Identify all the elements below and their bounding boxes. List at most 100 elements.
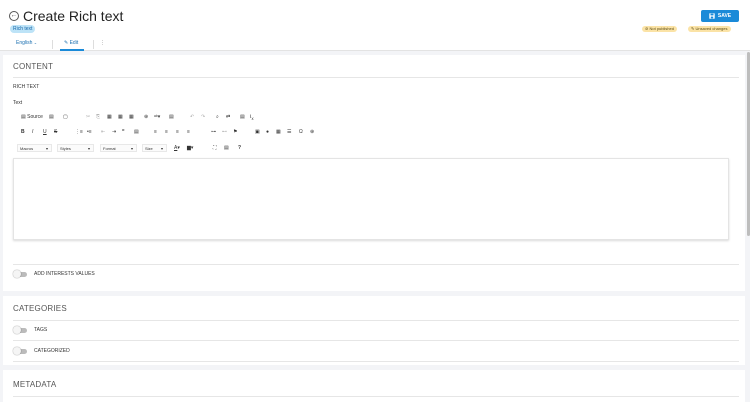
show-blocks-icon[interactable]: ▤ bbox=[224, 144, 229, 152]
tab-divider bbox=[93, 40, 94, 49]
divider bbox=[13, 340, 739, 341]
table-icon[interactable]: ▦ bbox=[276, 128, 281, 136]
rich-text-label: RICH TEXT bbox=[13, 84, 40, 90]
page-header: ← Create Rich text Rich text SAVE ⊘ Not … bbox=[0, 0, 750, 51]
format-label: Format bbox=[103, 146, 116, 151]
bulleted-list-icon[interactable]: •≡ bbox=[87, 128, 92, 136]
language-selector[interactable]: English ⌄ bbox=[16, 40, 37, 46]
underline-icon[interactable]: U bbox=[43, 128, 47, 136]
outdent-icon[interactable]: ⇤ bbox=[101, 128, 105, 136]
floppy-disk-icon bbox=[709, 13, 715, 19]
unsaved-changes-label: Unsaved changes bbox=[695, 26, 728, 31]
select-all-icon[interactable]: ▤ bbox=[240, 113, 245, 121]
page-title: Create Rich text bbox=[23, 8, 124, 24]
template-icon[interactable]: ▤ bbox=[169, 113, 174, 121]
pencil-icon: ✎ bbox=[691, 26, 695, 31]
div-container-icon[interactable]: ▤ bbox=[134, 128, 139, 136]
unpublished-icon: ⊘ bbox=[645, 26, 649, 31]
caret-down-icon: ▾ bbox=[45, 146, 48, 151]
horizontal-line-icon[interactable]: ☰ bbox=[287, 128, 291, 136]
back-arrow-icon[interactable]: ← bbox=[9, 11, 19, 21]
toggle-knob bbox=[13, 326, 21, 334]
maximize-icon[interactable]: ⛶ bbox=[213, 144, 217, 152]
remove-format-icon[interactable]: Ⅰx bbox=[250, 113, 254, 123]
new-page-icon[interactable]: ▢ bbox=[63, 113, 68, 121]
add-interests-label: ADD INTERESTS VALUES bbox=[34, 271, 95, 277]
more-options-icon[interactable]: ⋮ bbox=[100, 40, 105, 46]
categories-section: CATEGORIES bbox=[3, 296, 745, 365]
divider bbox=[13, 361, 739, 362]
categorized-label: CATEGORIZED bbox=[34, 348, 70, 354]
anchor-flag-icon[interactable]: ⚑ bbox=[233, 128, 237, 136]
metadata-section-title: METADATA bbox=[13, 380, 57, 389]
blockquote-icon[interactable]: ❞ bbox=[122, 128, 125, 136]
tab-divider bbox=[52, 40, 53, 49]
save-doc-icon[interactable]: ▤ bbox=[49, 113, 54, 121]
align-right-icon[interactable]: ≡ bbox=[176, 128, 179, 136]
background-color-icon[interactable]: ▆▾ bbox=[187, 144, 193, 152]
caret-down-icon: ▾ bbox=[160, 146, 163, 151]
copy-icon[interactable]: ⎘ bbox=[96, 113, 100, 121]
paste-text-icon[interactable]: ▦ bbox=[118, 113, 123, 121]
source-label: Source bbox=[27, 114, 43, 120]
unlink-icon[interactable]: ⊷ bbox=[222, 128, 227, 136]
caret-down-icon: ▾ bbox=[130, 146, 133, 151]
align-justify-icon[interactable]: ≡ bbox=[187, 128, 190, 136]
metadata-section: METADATA bbox=[3, 370, 745, 402]
language-label: English bbox=[16, 40, 33, 46]
save-button[interactable]: SAVE bbox=[701, 10, 739, 22]
divider bbox=[13, 320, 739, 321]
bold-icon[interactable]: B bbox=[21, 128, 25, 136]
tab-edit-label: Edit bbox=[69, 40, 79, 46]
content-section-title: CONTENT bbox=[13, 62, 54, 71]
divider bbox=[13, 77, 739, 78]
text-color-icon[interactable]: A▾ bbox=[174, 144, 180, 152]
help-icon[interactable]: ? bbox=[238, 144, 241, 152]
rich-text-editor-area[interactable] bbox=[13, 158, 729, 240]
tab-edit[interactable]: ✎ Edit bbox=[64, 40, 78, 46]
content-type-badge: Rich text bbox=[10, 25, 36, 33]
image-icon[interactable]: ▣ bbox=[255, 128, 260, 136]
divider bbox=[13, 264, 739, 265]
add-interests-toggle[interactable] bbox=[13, 270, 28, 278]
link-icon[interactable]: ⊕ bbox=[144, 113, 148, 121]
caret-down-icon: ▾ bbox=[87, 146, 90, 151]
italic-icon[interactable]: I bbox=[32, 128, 33, 136]
chevron-down-icon: ⌄ bbox=[33, 40, 38, 45]
styles-label: Styles bbox=[60, 146, 71, 151]
redo-icon[interactable]: ↷ bbox=[201, 113, 205, 121]
active-tab-indicator bbox=[60, 49, 84, 51]
size-label: Size bbox=[145, 146, 153, 151]
editor-tabs: English ⌄ ✎ Edit ⋮ bbox=[0, 37, 750, 51]
replace-icon[interactable]: ⇄ bbox=[226, 113, 230, 121]
iframe-icon[interactable]: ⊕ bbox=[310, 128, 314, 136]
text-field-label: Text bbox=[13, 100, 23, 106]
link-icon[interactable]: ⊶ bbox=[211, 128, 216, 136]
numbered-list-icon[interactable]: ⋮≡ bbox=[75, 128, 83, 136]
tags-label: TAGS bbox=[34, 327, 48, 333]
pencil-icon: ✎ bbox=[64, 40, 69, 46]
categorized-toggle[interactable] bbox=[13, 347, 28, 355]
macros-dropdown[interactable]: Macros ▾ bbox=[17, 144, 52, 152]
indent-icon[interactable]: ⇥ bbox=[112, 128, 116, 136]
divider bbox=[13, 396, 739, 397]
align-left-icon[interactable]: ≡ bbox=[154, 128, 157, 136]
paste-icon[interactable]: ▦ bbox=[107, 113, 112, 121]
paste-word-icon[interactable]: ▦ bbox=[129, 113, 134, 121]
special-char-icon[interactable]: Ω bbox=[299, 128, 303, 136]
categories-section-title: CATEGORIES bbox=[13, 304, 67, 313]
strikethrough-icon[interactable]: S bbox=[54, 128, 57, 136]
styles-dropdown[interactable]: Styles ▾ bbox=[57, 144, 94, 152]
cut-icon[interactable]: ✂ bbox=[86, 113, 90, 121]
toggle-knob bbox=[13, 270, 21, 278]
spellcheck-icon[interactable]: ᵃᵇ▾ bbox=[154, 113, 160, 121]
format-dropdown[interactable]: Format ▾ bbox=[100, 144, 137, 152]
tags-toggle[interactable] bbox=[13, 326, 28, 334]
source-icon: ▤ bbox=[21, 114, 26, 120]
flash-icon[interactable]: ● bbox=[266, 128, 269, 136]
find-icon[interactable]: ⌕ bbox=[216, 113, 219, 121]
size-dropdown[interactable]: Size ▾ bbox=[142, 144, 167, 152]
source-button[interactable]: ▤ Source bbox=[21, 113, 43, 121]
undo-icon[interactable]: ↶ bbox=[190, 113, 194, 121]
align-center-icon[interactable]: ≡ bbox=[165, 128, 168, 136]
